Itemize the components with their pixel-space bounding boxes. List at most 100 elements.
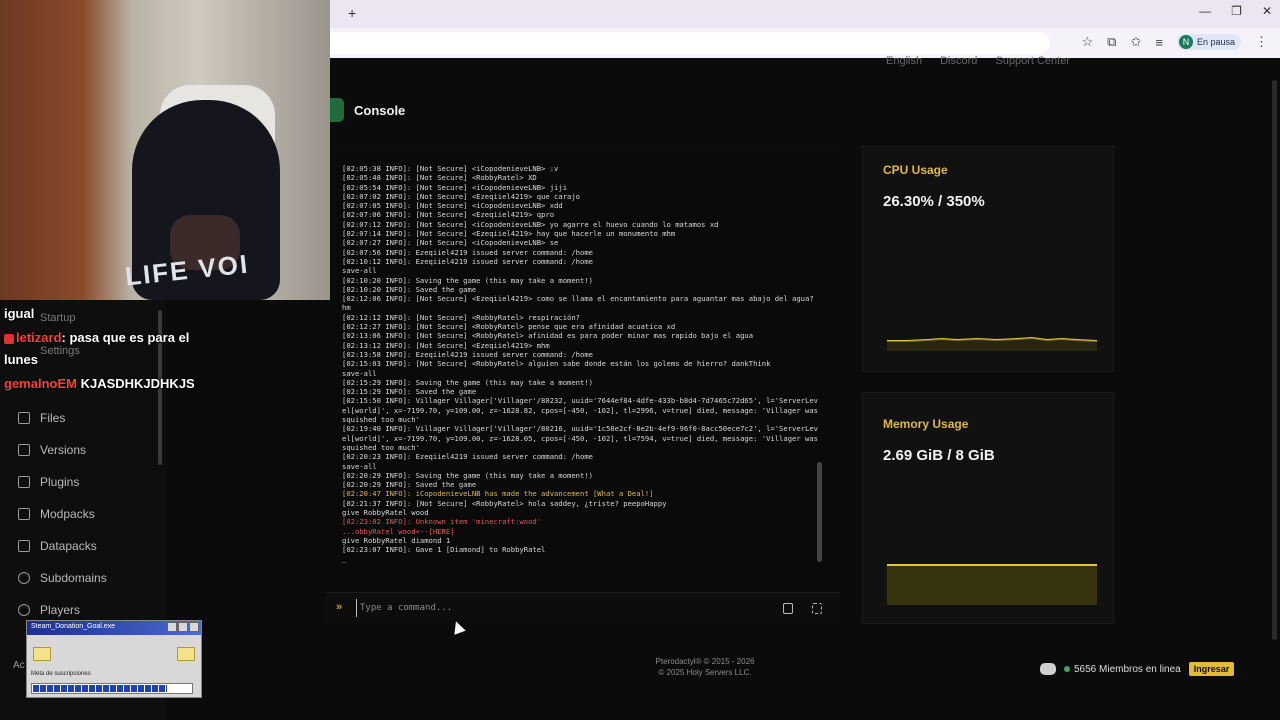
donation-goal-widget: Steam_Donation_Goal.exe Meta de suscripc… (26, 620, 202, 698)
close-window-button[interactable]: ✕ (1262, 4, 1272, 18)
console-line: [02:12:06 INFO]: [Not Secure] <Ezeqiiel4… (342, 294, 818, 313)
chat-message: letizard: pasa que es para el (4, 330, 189, 346)
plug-icon (18, 476, 30, 488)
screen: + — ❐ ✕ ☆ ⧉ ✩ ≡ N En pausa ⋮ English Dis… (0, 0, 1280, 720)
console-line: [02:07:27 INFO]: [Not Secure] <iCopodeni… (342, 238, 559, 248)
memory-usage-value: 2.69 GiB / 8 GiB (883, 447, 995, 464)
package-icon (18, 508, 30, 520)
goal-progress-fill (33, 685, 168, 692)
sidebar-item-modpacks[interactable]: Modpacks (18, 507, 95, 521)
cpu-usage-card: CPU Usage 26.30% / 350% (862, 146, 1114, 372)
minimize-button[interactable]: — (1199, 4, 1211, 18)
console-line: [02:13:12 INFO]: [Not Secure] <Ezeqiiel4… (342, 340, 550, 350)
new-tab-button[interactable]: + (348, 5, 356, 21)
layers-icon (18, 444, 30, 456)
console-line: [02:21:37 INFO]: [Not Secure] <RobbyRate… (342, 498, 667, 508)
cpu-usage-graph (887, 336, 1097, 351)
sidebar-item-files[interactable]: Files (18, 411, 65, 425)
support-center-link[interactable]: Support Center (995, 55, 1070, 67)
favorites-icon[interactable]: ✩ (1130, 34, 1141, 50)
discord-join-button[interactable]: Ingresar (1188, 662, 1235, 676)
footer-company: © 2025 Holy Servers LLC. (658, 668, 752, 677)
address-bar[interactable] (330, 32, 1050, 54)
command-prompt-icon: » (336, 601, 343, 613)
sidebar-item-truncated[interactable]: Ac (13, 660, 25, 671)
console-line: [02:23:07 INFO]: Gave 1 [Diamond] to Rob… (342, 545, 546, 555)
console-line: [02:20:47 INFO]: iCopodenieveLNB has mad… (342, 489, 654, 499)
sidebar-item-datapacks[interactable]: Datapacks (18, 539, 97, 553)
console-line: give RobbyRatel wood (342, 507, 429, 517)
command-bar: » (326, 592, 840, 622)
console-line: [02:10:20 INFO]: Saving the game (this m… (342, 275, 593, 285)
console-line: [02:19:40 INFO]: Villager Villager['Vill… (342, 424, 823, 452)
chat-message: gemalnoEM KJASDHKJDHKJS (4, 376, 195, 391)
restore-button[interactable]: ❐ (1231, 4, 1242, 18)
top-links: English Discord Support Center (886, 55, 1070, 67)
console-line: give RobbyRatel diamond 1 (342, 535, 451, 545)
console-line: [02:05:54 INFO]: [Not Secure] <iCopodeni… (342, 182, 568, 192)
goal-label: Meta de suscripciones (31, 671, 91, 677)
command-input[interactable] (356, 599, 756, 617)
online-dot-icon (1064, 665, 1070, 672)
sidebar-item-plugins[interactable]: Plugins (18, 475, 79, 489)
chat-message: igual (4, 306, 35, 321)
console-line: [02:07:56 INFO]: Ezeqiiel4219 issued ser… (342, 247, 593, 257)
discord-link[interactable]: Discord (940, 55, 977, 67)
console-line: [02:15:29 INFO]: Saving the game (this m… (342, 377, 593, 387)
sidebar-item-players[interactable]: Players (18, 603, 80, 617)
folder-icon (177, 647, 195, 661)
console-line: [02:12:12 INFO]: [Not Secure] <RobbyRate… (342, 312, 580, 322)
console-line: save-all (342, 368, 377, 378)
browser-toolbar: ☆ ⧉ ✩ ≡ N En pausa ⋮ (330, 28, 1280, 58)
file-icon (18, 412, 30, 424)
sidebar-item-versions[interactable]: Versions (18, 443, 86, 457)
avatar: N (1178, 35, 1193, 49)
console-line: [02:13:06 INFO]: [Not Secure] <RobbyRate… (342, 331, 754, 341)
console-line: [02:07:06 INFO]: [Not Secure] <Ezeqiiel4… (342, 210, 555, 220)
console-line: [02:05:38 INFO]: [Not Secure] <iCopodeni… (342, 164, 559, 173)
console-line: [02:12:27 INFO]: [Not Secure] <RobbyRate… (342, 322, 676, 332)
memory-usage-graph (887, 564, 1097, 605)
extensions-icon[interactable]: ⧉ (1107, 34, 1116, 50)
console-line: [02:13:58 INFO]: Ezeqiiel4219 issued ser… (342, 349, 593, 359)
console-line: [02:07:05 INFO]: [Not Secure] <iCopodeni… (342, 201, 563, 211)
users-icon (18, 604, 30, 616)
memory-usage-card: Memory Usage 2.69 GiB / 8 GiB (862, 392, 1114, 624)
console-output[interactable]: [02:05:38 INFO]: [Not Secure] <iCopodeni… (336, 150, 840, 590)
chat-badge-icon (4, 333, 14, 344)
console-line: [02:23:02 INFO]: Unknown item 'minecraft… (342, 517, 542, 527)
sidebar-item-subdomains[interactable]: Subdomains (18, 571, 107, 585)
folder-icon (33, 647, 51, 661)
profile-button[interactable]: N En pausa (1176, 34, 1241, 50)
console-line: [02:10:12 INFO]: Ezeqiiel4219 issued ser… (342, 256, 593, 266)
discord-members: 5656 Miembros en linea (1064, 664, 1181, 675)
chat-message-continuation: lunes (4, 352, 38, 367)
console-line: [02:07:02 INFO]: [Not Secure] <Ezeqiiel4… (342, 191, 580, 201)
bookmark-star-icon[interactable]: ☆ (1082, 34, 1094, 50)
database-icon (18, 540, 30, 552)
clipboard-icon[interactable] (783, 603, 793, 614)
memory-usage-title: Memory Usage (883, 417, 969, 431)
goal-widget-window-buttons (167, 622, 199, 632)
console-scrollbar[interactable] (817, 462, 822, 562)
console-log: [02:05:38 INFO]: [Not Secure] <iCopodeni… (342, 164, 818, 564)
sidebar-item-startup[interactable]: Startup (40, 312, 75, 324)
toolbar-icons: ☆ ⧉ ✩ ≡ N En pausa ⋮ (1082, 34, 1268, 50)
console-line: [02:15:03 INFO]: [Not Secure] <RobbyRate… (342, 359, 771, 369)
fullscreen-icon[interactable] (812, 603, 822, 614)
globe-icon (18, 572, 30, 584)
console-icon (330, 98, 344, 122)
language-link[interactable]: English (886, 55, 922, 67)
sidebar-item-settings[interactable]: Settings (40, 345, 80, 357)
console-header: Console (330, 98, 405, 122)
console-title: Console (354, 102, 406, 118)
discord-widget: 5656 Miembros en linea Ingresar (1040, 655, 1235, 683)
media-queue-icon[interactable]: ≡ (1155, 35, 1163, 50)
cpu-usage-title: CPU Usage (883, 163, 948, 177)
page-scrollbar[interactable] (1272, 80, 1277, 640)
console-line: [02:05:48 INFO]: [Not Secure] <RobbyRate… (342, 173, 537, 183)
console-line: save-all (342, 266, 377, 276)
browser-tab-strip: + — ❐ ✕ (330, 0, 1280, 28)
browser-menu-icon[interactable]: ⋮ (1255, 34, 1268, 50)
footer-copyright: Pterodactyl® © 2015 - 2026 (655, 657, 755, 666)
